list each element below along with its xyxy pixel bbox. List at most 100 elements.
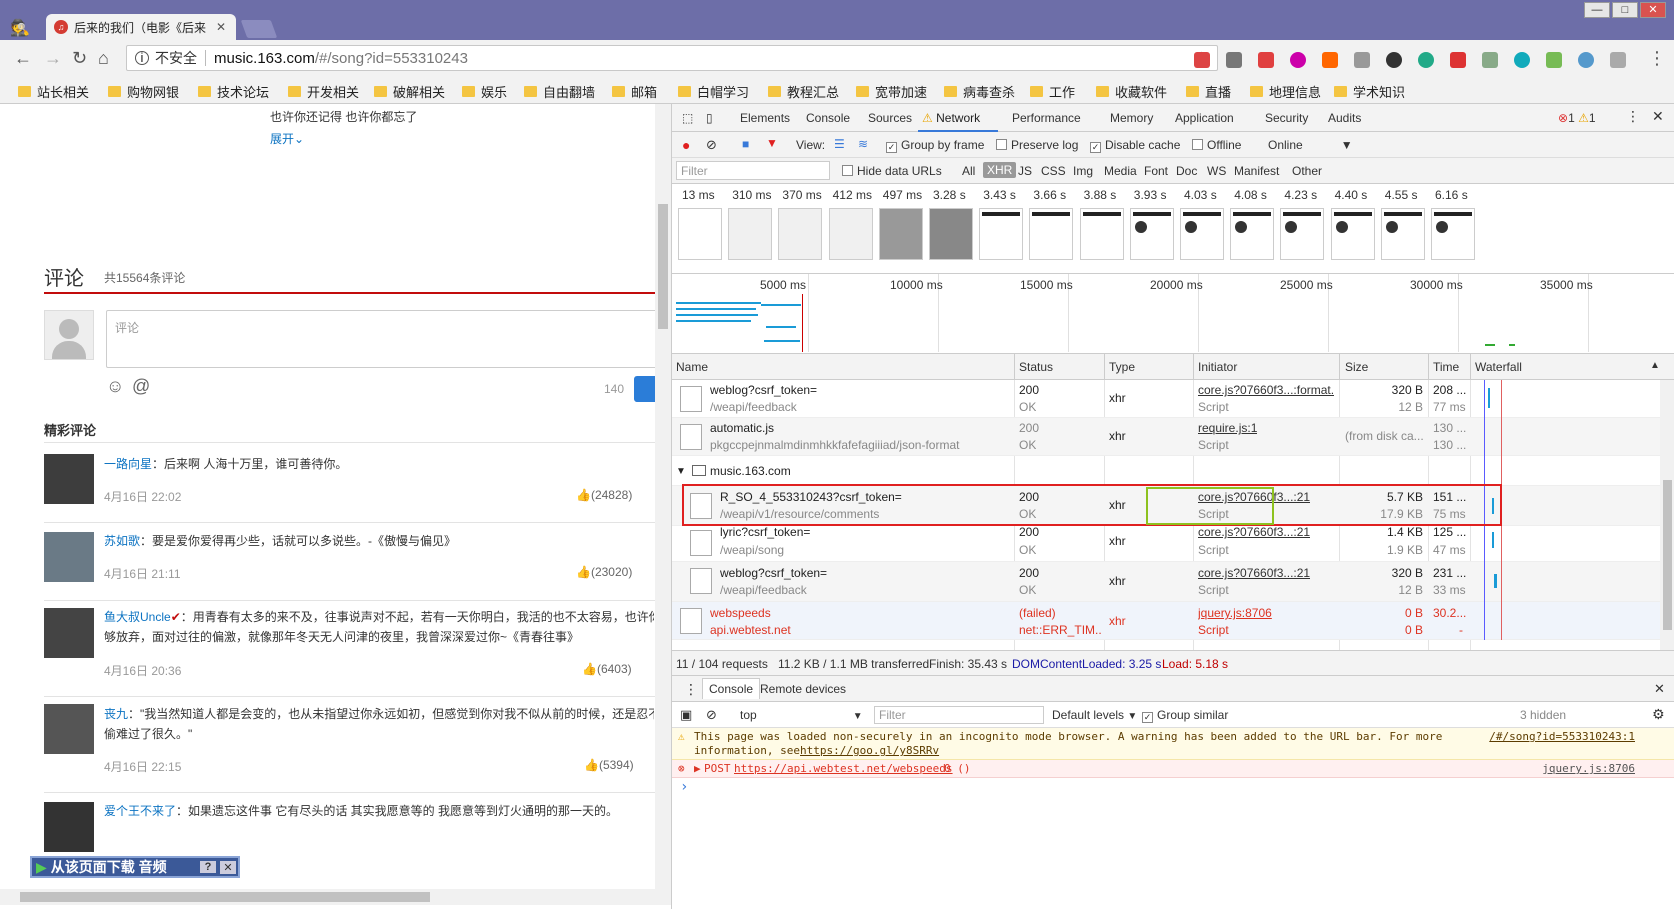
filmstrip-frame[interactable] <box>979 208 1024 260</box>
bookmark-folder[interactable]: 自由翻墙 <box>524 82 595 101</box>
like-button[interactable]: 👍(6403) <box>582 662 632 676</box>
bookmark-folder[interactable]: 收藏软件 <box>1096 82 1167 101</box>
avatar[interactable] <box>44 454 94 504</box>
extension-icon[interactable] <box>1482 52 1498 68</box>
sidebar-toggle-icon[interactable]: ▣ <box>680 707 692 723</box>
filter-font[interactable]: Font <box>1144 164 1168 178</box>
screenshot-icon[interactable]: ■ <box>742 137 749 151</box>
requests-scrollbar[interactable] <box>1660 380 1674 650</box>
download-audio-bar[interactable]: ▶ 从该页面下载 音频 ? ✕ <box>30 856 240 878</box>
bookmark-folder[interactable]: 地理信息 <box>1250 82 1321 101</box>
tab-console[interactable]: Console <box>806 111 850 125</box>
group-by-frame-checkbox[interactable]: ✓ Group by frame <box>886 138 984 153</box>
avatar[interactable] <box>44 608 94 658</box>
request-initiator[interactable]: require.js:1 <box>1198 420 1257 437</box>
filmstrip-frame[interactable] <box>728 208 773 260</box>
bookmark-folder[interactable]: 开发相关 <box>288 82 359 101</box>
filmstrip-frame[interactable] <box>929 208 973 260</box>
offline-checkbox[interactable]: Offline <box>1192 138 1241 152</box>
extension-icon[interactable] <box>1322 52 1338 68</box>
filmstrip-frame[interactable] <box>1029 208 1074 260</box>
throttling-select[interactable]: Online ▼ <box>1268 138 1353 152</box>
frame-group-row[interactable]: ▼ music.163.com <box>672 456 1660 486</box>
comment-user[interactable]: 爱个王不来了 <box>104 804 176 818</box>
comment-user[interactable]: 丧九 <box>104 707 128 721</box>
column-status[interactable]: Status <box>1019 360 1053 374</box>
avatar[interactable] <box>44 802 94 852</box>
extension-icon[interactable] <box>1290 52 1306 68</box>
comment-textarea[interactable]: 评论 <box>106 310 655 368</box>
tab-sources[interactable]: Sources <box>868 111 912 125</box>
bookmark-folder[interactable]: 娱乐 <box>462 82 507 101</box>
drawer-tab-remote-devices[interactable]: Remote devices <box>760 682 846 696</box>
page-horizontal-scrollbar[interactable] <box>0 889 671 905</box>
inspect-element-icon[interactable]: ⬚ <box>682 111 693 125</box>
comment-user[interactable]: 鱼大叔Uncle <box>104 610 171 624</box>
filmstrip-frame[interactable] <box>1129 208 1174 260</box>
expand-link[interactable]: 展开⌄ <box>270 130 304 147</box>
column-initiator[interactable]: Initiator <box>1198 360 1237 374</box>
request-initiator[interactable]: core.js?07660f3...:format... <box>1198 382 1334 399</box>
request-row[interactable]: lyric?csrf_token= /weapi/song 200 OK xhr… <box>672 525 1660 562</box>
new-tab-button[interactable] <box>240 20 278 38</box>
clear-icon[interactable]: ⊘ <box>706 137 717 153</box>
filter-doc[interactable]: Doc <box>1176 164 1197 178</box>
filmstrip-frame[interactable] <box>878 208 923 260</box>
filmstrip-frame[interactable] <box>1079 208 1124 260</box>
collapse-triangle-icon[interactable]: ▼ <box>676 463 686 480</box>
filmstrip-frame[interactable] <box>1230 208 1275 260</box>
filter-ws[interactable]: WS <box>1207 164 1226 178</box>
info-icon[interactable]: i <box>135 51 149 65</box>
filmstrip-frame[interactable] <box>1180 208 1224 260</box>
filter-media[interactable]: Media <box>1104 164 1137 178</box>
error-count-badge[interactable]: ⊗1 ⚠1 <box>1558 111 1596 125</box>
extension-icon[interactable] <box>1354 52 1370 68</box>
forward-icon[interactable]: → <box>44 48 62 69</box>
request-row[interactable]: weblog?csrf_token= /weapi/feedback 200 O… <box>672 380 1660 418</box>
request-initiator[interactable]: jquery.js:8706 <box>1198 605 1272 622</box>
like-button[interactable]: 👍(23020) <box>576 565 632 579</box>
tab-network[interactable]: ⚠ Network <box>922 111 980 125</box>
bookmark-folder[interactable]: 教程汇总 <box>768 82 839 101</box>
console-settings-icon[interactable]: ⚙ <box>1652 706 1665 723</box>
clear-console-icon[interactable]: ⊘ <box>706 707 717 723</box>
record-icon[interactable]: ● <box>682 137 690 153</box>
tab-elements[interactable]: Elements <box>740 111 790 125</box>
column-size[interactable]: Size <box>1345 360 1368 374</box>
help-icon[interactable]: ? <box>200 861 216 873</box>
bookmark-folder[interactable]: 白帽学习 <box>678 82 749 101</box>
mail-extension-icon[interactable] <box>1194 52 1210 68</box>
extension-icon[interactable] <box>1450 52 1466 68</box>
bookmark-folder[interactable]: 购物网银 <box>108 82 179 101</box>
group-similar-checkbox[interactable]: ✓ Group similar <box>1142 708 1228 723</box>
expand-triangle-icon[interactable]: ▶ <box>694 762 701 776</box>
bookmark-folder[interactable]: 宽带加速 <box>856 82 927 101</box>
column-waterfall[interactable]: Waterfall <box>1475 360 1522 374</box>
emoji-icon[interactable]: ☺ <box>106 376 124 397</box>
reload-icon[interactable]: ↻ <box>72 48 87 69</box>
like-button[interactable]: 👍(24828) <box>576 488 632 502</box>
home-icon[interactable]: ⌂ <box>98 48 109 69</box>
close-drawer-icon[interactable]: ✕ <box>1654 681 1665 697</box>
bookmark-folder[interactable]: 工作 <box>1030 82 1075 101</box>
context-select[interactable]: top ▼ <box>740 708 863 722</box>
overview-icon[interactable]: ≋ <box>858 137 868 151</box>
more-options-icon[interactable]: ⋮ <box>1626 108 1640 125</box>
tab-security[interactable]: Security <box>1265 111 1308 125</box>
avatar[interactable] <box>44 704 94 754</box>
bookmark-folder[interactable]: 技术论坛 <box>198 82 269 101</box>
extension-icon[interactable] <box>1418 52 1434 68</box>
bookmark-folder[interactable]: 病毒查杀 <box>944 82 1015 101</box>
comment-user[interactable]: 苏如歌 <box>104 534 140 548</box>
bookmark-folder[interactable]: 学术知识 <box>1334 82 1405 101</box>
request-row[interactable]: webspeeds api.webtest.net (failed) net::… <box>672 602 1660 640</box>
avatar[interactable] <box>44 532 94 582</box>
scrollbar-thumb[interactable] <box>658 204 668 329</box>
column-type[interactable]: Type <box>1109 360 1135 374</box>
extension-icon[interactable] <box>1546 52 1562 68</box>
filmstrip-frame[interactable] <box>1431 208 1475 260</box>
bookmark-folder[interactable]: 直播 <box>1186 82 1231 101</box>
filter-other[interactable]: Other <box>1292 164 1322 178</box>
extension-icon[interactable] <box>1610 52 1626 68</box>
filmstrip-frame[interactable] <box>1330 208 1375 260</box>
